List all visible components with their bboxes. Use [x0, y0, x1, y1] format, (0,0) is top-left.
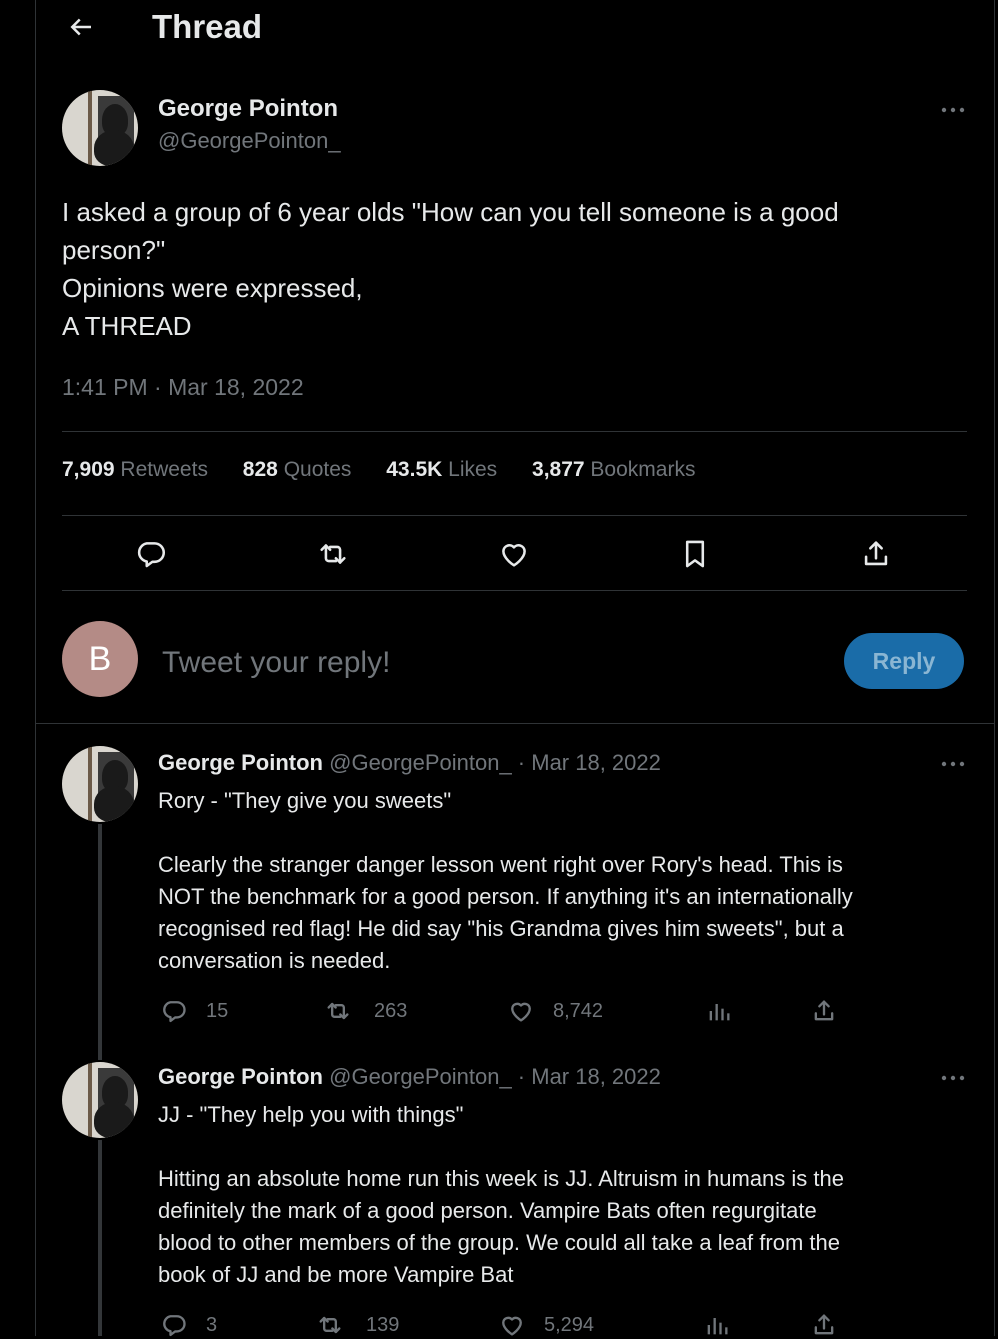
reply-author-name[interactable]: George Pointon — [158, 750, 323, 775]
reply-input[interactable] — [160, 640, 804, 686]
reply-text-line: Rory - "They give you sweets" — [158, 788, 452, 813]
tweet-text-line: A THREAD — [62, 311, 192, 341]
tweet-text: I asked a group of 6 year olds "How can … — [62, 193, 942, 345]
bookmark-icon[interactable] — [678, 537, 712, 571]
thread-connector — [98, 1140, 102, 1336]
bookmarks-count: 3,877 — [532, 458, 585, 481]
user-avatar[interactable]: B — [62, 621, 138, 697]
reply-icon[interactable] — [134, 537, 168, 571]
reply-retweet-action[interactable]: 263 — [324, 997, 434, 1025]
likes-count: 43.5K — [386, 458, 443, 481]
reply-text-line — [158, 1131, 948, 1163]
reply-comment-action[interactable]: 3 — [160, 1311, 260, 1339]
reply-text: Rory - "They give you sweets" Clearly th… — [158, 785, 948, 977]
reply-like-action[interactable]: 5,294 — [498, 1311, 618, 1339]
tweet-text-line: person?" — [62, 235, 166, 265]
retweets-stat[interactable]: 7,909 Retweets — [62, 458, 208, 482]
thread-connector — [98, 824, 102, 1060]
reply-author-avatar[interactable] — [62, 1062, 138, 1138]
author-avatar[interactable] — [62, 90, 138, 166]
quotes-label: Quotes — [283, 458, 352, 481]
quotes-stat[interactable]: 828 Quotes — [243, 458, 352, 482]
divider — [62, 431, 967, 432]
reply-header: George Pointon @GeorgePointon_ · Mar 18,… — [158, 1064, 661, 1090]
tweet-stats: 7,909 Retweets 828 Quotes 43.5K Likes 3,… — [62, 458, 724, 482]
author-name[interactable]: George Pointon — [158, 95, 338, 123]
page-title: Thread — [152, 8, 263, 45]
quotes-count: 828 — [242, 458, 278, 481]
retweet-count: 139 — [366, 1314, 400, 1336]
more-options-icon[interactable] — [940, 1074, 966, 1082]
reply-author-name[interactable]: George Pointon — [158, 1064, 323, 1089]
author-handle[interactable]: @GeorgePointon_ — [158, 128, 341, 154]
like-count: 5,294 — [544, 1314, 595, 1336]
reply-icon — [163, 1001, 186, 1023]
tweet-text-line: Opinions were expressed, — [62, 273, 363, 303]
share-icon[interactable] — [810, 1311, 838, 1339]
reply-button[interactable]: Reply — [844, 633, 964, 689]
reply-text-line: conversation is needed. — [158, 948, 391, 973]
retweet-icon[interactable] — [316, 537, 350, 571]
reply-text-line: recognised red flag! He did say "his Gra… — [158, 916, 844, 941]
likes-label: Likes — [448, 458, 498, 481]
bookmarks-stat[interactable]: 3,877 Bookmarks — [532, 458, 695, 482]
reply-text-line: definitely the mark of a good person. Va… — [158, 1198, 817, 1223]
analytics-icon[interactable] — [703, 1311, 731, 1339]
reply-text-line: Hitting an absolute home run this week i… — [158, 1166, 844, 1191]
reply-icon — [163, 1315, 186, 1337]
retweets-count: 7,909 — [62, 458, 115, 481]
reply-text-line: blood to other members of the group. We … — [158, 1230, 840, 1255]
like-heart-icon — [511, 1002, 531, 1022]
reply-retweet-action[interactable]: 139 — [316, 1311, 426, 1339]
retweets-label: Retweets — [120, 458, 208, 481]
tweet-text-line: I asked a group of 6 year olds "How can … — [62, 197, 839, 227]
reply-text-line: JJ - "They help you with things" — [158, 1102, 464, 1127]
like-count: 8,742 — [553, 1000, 604, 1022]
reply-comment-action[interactable]: 15 — [160, 997, 260, 1025]
reply-count: 15 — [206, 1000, 229, 1022]
bookmarks-label: Bookmarks — [590, 458, 696, 481]
back-arrow-icon[interactable] — [66, 12, 96, 42]
more-options-icon[interactable] — [940, 106, 966, 114]
reply-text-line — [158, 817, 948, 849]
divider — [62, 590, 967, 591]
reply-count: 3 — [206, 1314, 218, 1336]
reply-meta[interactable]: @GeorgePointon_ · Mar 18, 2022 — [329, 1064, 661, 1089]
retweet-icon — [319, 1316, 341, 1334]
reply-text-line: book of JJ and be more Vampire Bat — [158, 1262, 514, 1287]
retweet-icon — [327, 1002, 349, 1020]
like-heart-icon — [502, 1316, 522, 1336]
reply-meta[interactable]: @GeorgePointon_ · Mar 18, 2022 — [329, 750, 661, 775]
tweet-timestamp[interactable]: 1:41 PM · Mar 18, 2022 — [62, 374, 304, 401]
divider — [62, 515, 967, 516]
retweet-count: 263 — [374, 1000, 408, 1022]
reply-header: George Pointon @GeorgePointon_ · Mar 18,… — [158, 750, 661, 776]
likes-stat[interactable]: 43.5K Likes — [386, 458, 497, 482]
divider — [36, 723, 994, 724]
like-heart-icon[interactable] — [497, 537, 531, 571]
thread-header: Thread — [36, 0, 994, 60]
reply-text-line: NOT the benchmark for a good person. If … — [158, 884, 853, 909]
more-options-icon[interactable] — [940, 760, 966, 768]
reply-text: JJ - "They help you with things" Hitting… — [158, 1099, 948, 1291]
reply-text-line: Clearly the stranger danger lesson went … — [158, 852, 843, 877]
thread-column: Thread George Pointon @GeorgePointon_ I … — [35, 0, 995, 1339]
share-icon[interactable] — [859, 537, 893, 571]
analytics-icon[interactable] — [705, 997, 733, 1025]
reply-like-action[interactable]: 8,742 — [507, 997, 627, 1025]
share-icon[interactable] — [810, 997, 838, 1025]
reply-author-avatar[interactable] — [62, 746, 138, 822]
